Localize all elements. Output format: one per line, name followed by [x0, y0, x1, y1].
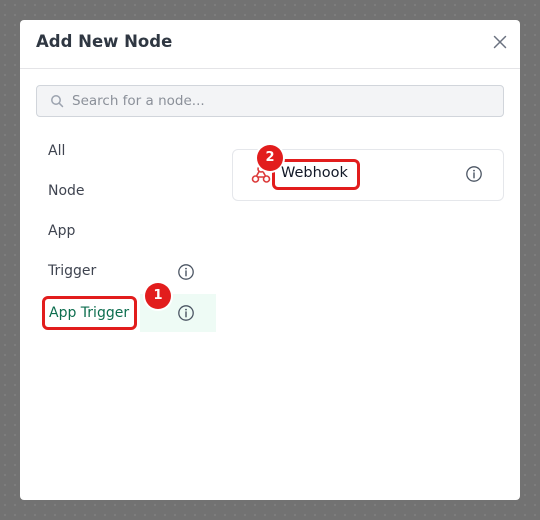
info-icon[interactable]: [465, 165, 483, 183]
category-label: App: [48, 223, 76, 239]
modal-header: Add New Node: [20, 20, 520, 69]
category-label: All: [48, 143, 66, 159]
search-icon: [51, 95, 64, 108]
info-icon[interactable]: [177, 304, 195, 322]
category-node[interactable]: Node: [36, 173, 216, 211]
close-icon: [493, 35, 507, 49]
step-badge-1: 1: [145, 283, 171, 309]
category-label: App Trigger: [49, 305, 130, 321]
info-icon[interactable]: [177, 263, 195, 281]
category-all[interactable]: All: [36, 133, 216, 171]
step-badge-2: 2: [257, 145, 283, 171]
category-app[interactable]: App: [36, 213, 216, 251]
modal-title: Add New Node: [36, 32, 173, 51]
search-input[interactable]: [72, 86, 492, 116]
node-label: Webhook: [281, 165, 348, 181]
add-node-modal: Add New Node All Node App Trigger: [20, 20, 520, 500]
close-button[interactable]: [490, 32, 510, 52]
category-label: Trigger: [48, 263, 97, 279]
search-box[interactable]: [36, 85, 504, 117]
category-trigger[interactable]: Trigger: [36, 253, 216, 291]
category-label: Node: [48, 183, 85, 199]
category-app-trigger[interactable]: App Trigger: [42, 296, 137, 330]
